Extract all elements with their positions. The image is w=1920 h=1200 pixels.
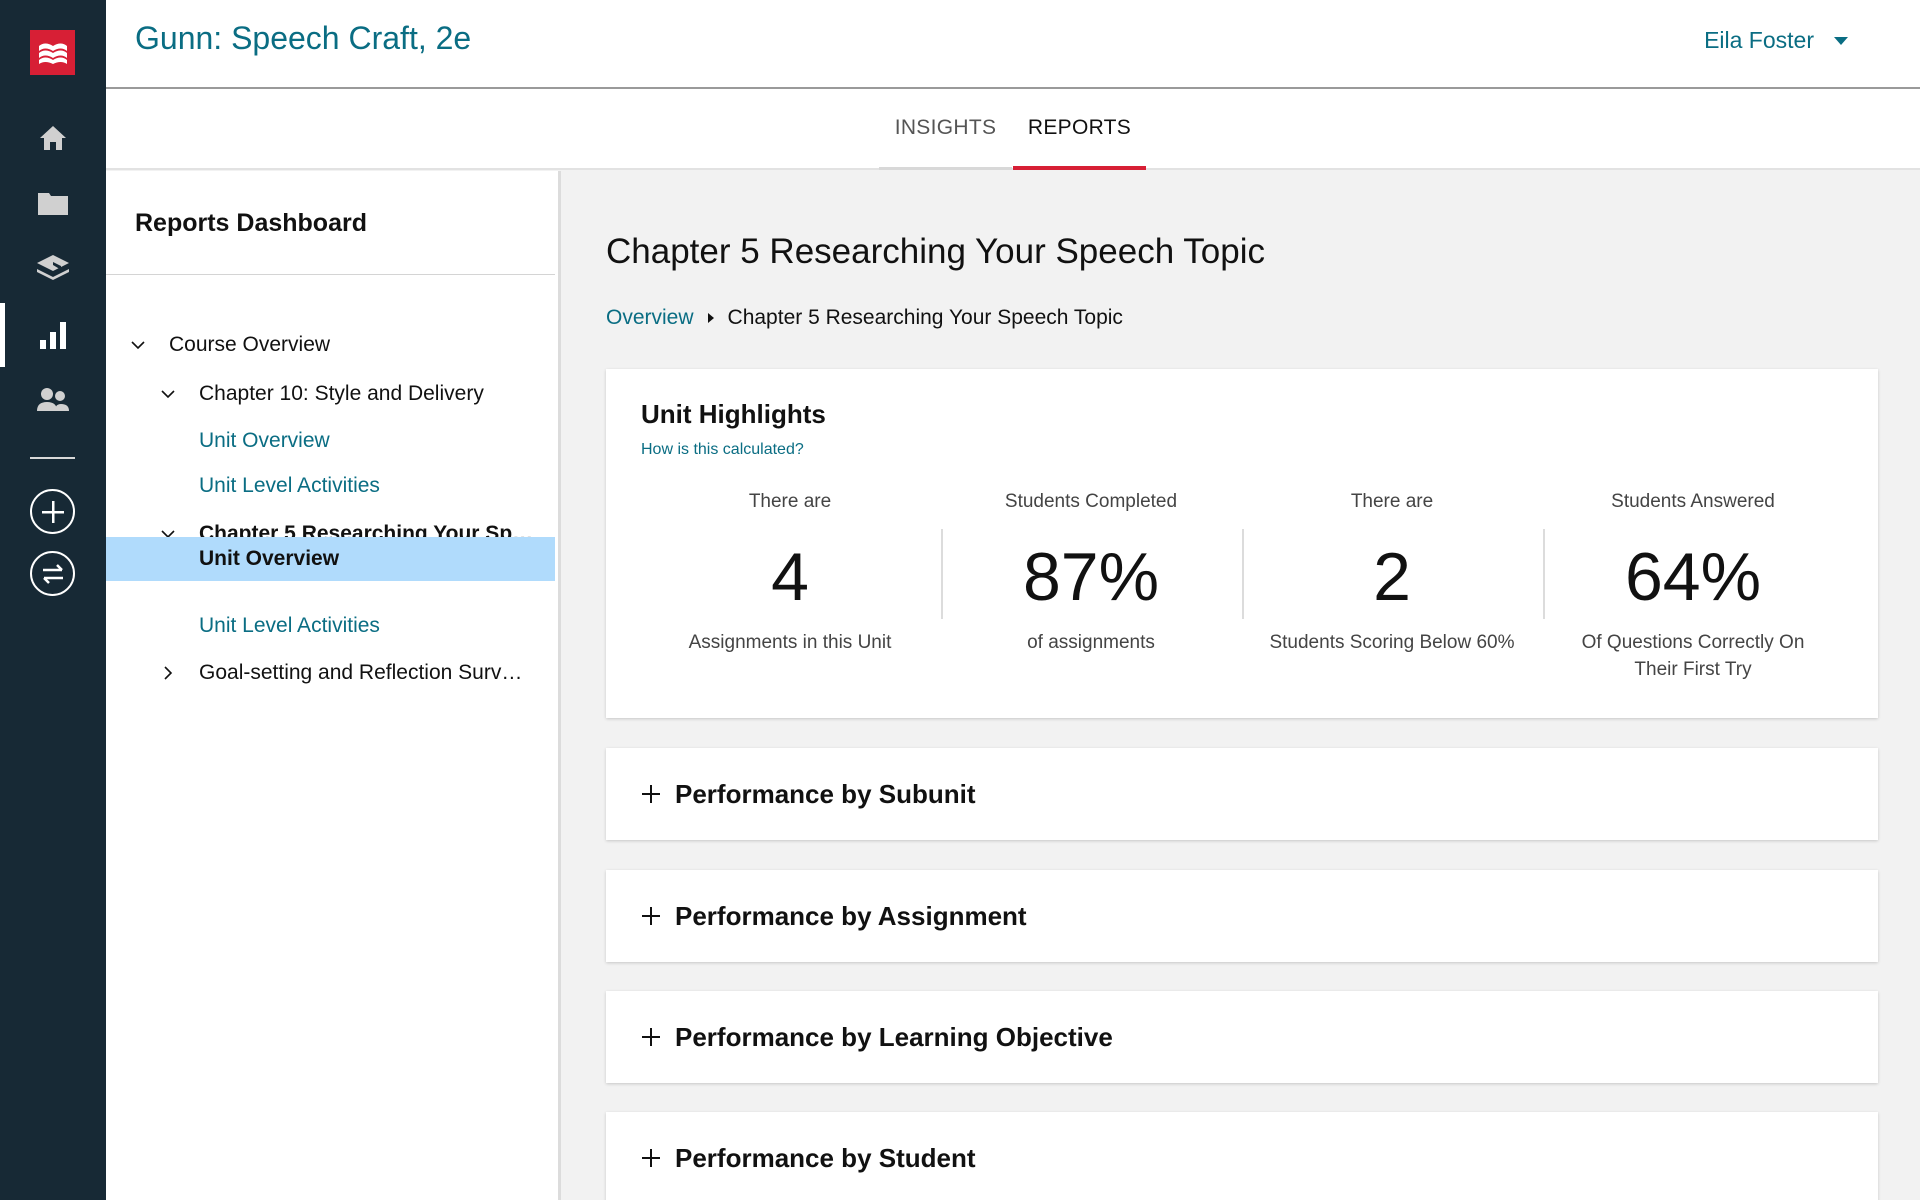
- tree-item-goal-setting-survey[interactable]: Goal-setting and Reflection Surv…: [106, 651, 555, 695]
- stat-completed: Students Completed 87% of assignments: [941, 491, 1241, 656]
- switch-course-button[interactable]: [30, 551, 75, 596]
- plus-icon: [642, 1149, 660, 1167]
- tree-item-ch5-unit-activities[interactable]: Unit Level Activities: [106, 604, 555, 648]
- breadcrumb: Overview Chapter 5 Researching Your Spee…: [606, 306, 1123, 330]
- plus-icon: [642, 907, 660, 925]
- user-name: Eila Foster: [1704, 27, 1814, 53]
- stat-value: 87%: [1022, 539, 1160, 615]
- chevron-down-icon[interactable]: [128, 335, 148, 355]
- unit-highlights-title: Unit Highlights: [641, 399, 826, 429]
- tree-item-ch5-unit-overview[interactable]: Unit Overview: [106, 537, 555, 581]
- stat-pre-label: Students Completed: [1004, 491, 1178, 512]
- section-performance-by-student[interactable]: Performance by Student: [606, 1112, 1878, 1200]
- stat-value: 64%: [1624, 539, 1762, 615]
- rail-divider: [30, 457, 75, 459]
- reports-tree-panel: Reports Dashboard Course Overview Chapte…: [106, 171, 561, 1200]
- nav-people[interactable]: [33, 380, 73, 420]
- nav-courses[interactable]: [33, 248, 73, 288]
- stat-scoring-below: There are 2 Students Scoring Below 60%: [1242, 491, 1542, 656]
- stat-post-label: of assignments: [1027, 632, 1155, 653]
- how-calculated-link[interactable]: How is this calculated?: [641, 441, 804, 459]
- course-title[interactable]: Gunn: Speech Craft, 2e: [135, 20, 471, 57]
- section-label: Performance by Student: [675, 1142, 976, 1173]
- section-label: Performance by Learning Objective: [675, 1021, 1113, 1052]
- active-nav-indicator: [0, 303, 5, 367]
- chevron-down-icon[interactable]: [158, 384, 178, 404]
- left-nav-rail: [0, 0, 106, 1200]
- tree-item-course-overview[interactable]: Course Overview: [106, 323, 555, 367]
- tree-item-label: Chapter 10: Style and Delivery: [199, 382, 484, 405]
- tree-item-label: Unit Overview: [199, 429, 330, 452]
- stat-pre-label: There are: [748, 491, 832, 512]
- add-button[interactable]: [30, 489, 75, 534]
- caret-right-icon: [707, 313, 714, 323]
- tree-item-ch10-unit-overview[interactable]: Unit Overview: [106, 419, 555, 463]
- tree-item-chapter-10[interactable]: Chapter 10: Style and Delivery: [106, 372, 555, 416]
- nav-reports[interactable]: [33, 315, 73, 355]
- nav-home[interactable]: [33, 118, 73, 158]
- stat-pre-label: Students Answered: [1611, 491, 1775, 512]
- caret-down-icon: [1834, 36, 1848, 45]
- section-performance-by-subunit[interactable]: Performance by Subunit: [606, 748, 1878, 840]
- breadcrumb-current: Chapter 5 Researching Your Speech Topic: [727, 306, 1123, 329]
- unit-highlights-card: Unit Highlights How is this calculated? …: [606, 369, 1878, 718]
- tree-item-label: Unit Level Activities: [199, 614, 380, 637]
- stat-pre-label: There are: [1350, 491, 1434, 512]
- book-logo-icon: [38, 43, 67, 64]
- tree-title: Reports Dashboard: [135, 209, 367, 237]
- section-label: Performance by Subunit: [675, 778, 976, 809]
- section-label: Performance by Assignment: [675, 900, 1027, 931]
- stat-value: 2: [1373, 539, 1411, 615]
- tab-bar: INSIGHTS REPORTS: [106, 89, 1920, 170]
- tree-item-label: Unit Level Activities: [199, 474, 380, 497]
- plus-icon: [642, 785, 660, 803]
- tree-item-label: Course Overview: [169, 333, 331, 356]
- tab-reports[interactable]: REPORTS: [1013, 89, 1146, 170]
- graduation-cap-icon: [37, 255, 69, 280]
- tree-divider: [106, 274, 555, 275]
- stat-post-label: Assignments in this Unit: [688, 632, 892, 653]
- tree-item-ch10-unit-activities[interactable]: Unit Level Activities: [106, 464, 555, 508]
- stat-value: 4: [771, 539, 809, 615]
- page-title: Chapter 5 Researching Your Speech Topic: [606, 232, 1265, 271]
- stat-assignments: There are 4 Assignments in this Unit: [640, 491, 940, 656]
- nav-folder[interactable]: [33, 183, 73, 223]
- folder-icon: [38, 193, 68, 215]
- stat-post-label: Students Scoring Below 60%: [1269, 632, 1515, 653]
- tab-insights[interactable]: INSIGHTS: [879, 89, 1012, 170]
- user-menu[interactable]: Eila Foster: [1704, 27, 1848, 54]
- bar-chart-icon: [40, 322, 66, 349]
- users-icon: [37, 388, 69, 411]
- tree-item-label: Goal-setting and Reflection Surv…: [199, 661, 523, 684]
- add-circle-icon: [41, 500, 64, 523]
- top-header: Gunn: Speech Craft, 2e Eila Foster: [106, 0, 1920, 89]
- stat-post-label: Of Questions Correctly On Their First Tr…: [1581, 632, 1805, 680]
- plus-icon: [642, 1028, 660, 1046]
- stat-first-try: Students Answered 64% Of Questions Corre…: [1543, 491, 1843, 683]
- switch-arrows-icon: [42, 563, 63, 584]
- home-icon: [40, 126, 66, 150]
- chevron-right-icon[interactable]: [158, 663, 178, 683]
- section-performance-by-learning-objective[interactable]: Performance by Learning Objective: [606, 991, 1878, 1083]
- breadcrumb-overview-link[interactable]: Overview: [606, 306, 694, 330]
- tree-item-label: Unit Overview: [199, 547, 340, 570]
- section-performance-by-assignment[interactable]: Performance by Assignment: [606, 870, 1878, 962]
- publisher-logo[interactable]: [30, 30, 75, 75]
